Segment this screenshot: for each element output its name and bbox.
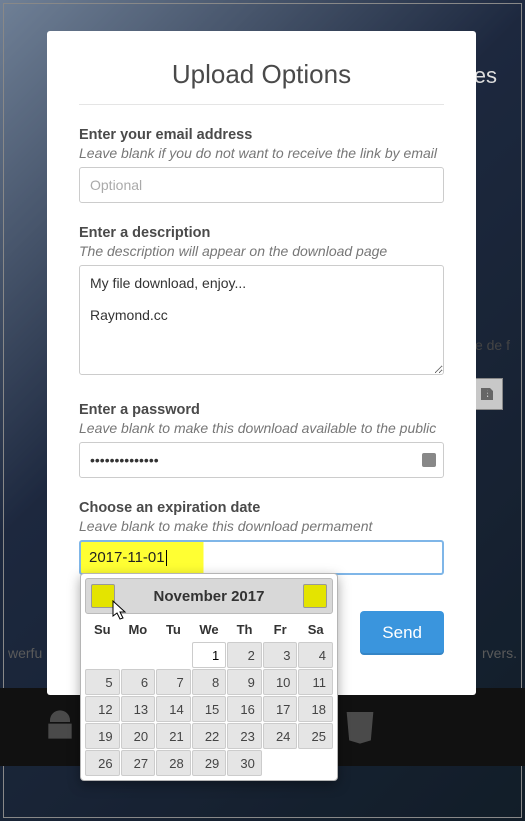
datepicker-day[interactable]: 27 <box>121 750 156 776</box>
bg-text-fragment: rvers. <box>482 645 517 661</box>
datepicker-day[interactable]: 12 <box>85 696 120 722</box>
description-textarea[interactable] <box>79 265 444 375</box>
datepicker-day[interactable]: 9 <box>227 669 262 695</box>
datepicker-dow: Sa <box>298 618 333 641</box>
datepicker-day[interactable]: 8 <box>192 669 227 695</box>
datepicker-day[interactable]: 29 <box>192 750 227 776</box>
datepicker-popup: November 2017 SuMoTuWeThFrSa123456789101… <box>80 573 338 781</box>
datepicker-day[interactable]: 1 <box>192 642 227 668</box>
datepicker-day[interactable]: 15 <box>192 696 227 722</box>
password-hint: Leave blank to make this download availa… <box>79 420 444 436</box>
datepicker-day[interactable]: 17 <box>263 696 298 722</box>
datepicker-day[interactable]: 16 <box>227 696 262 722</box>
datepicker-day[interactable]: 18 <box>298 696 333 722</box>
datepicker-empty-cell <box>85 642 120 668</box>
datepicker-day[interactable]: 2 <box>227 642 262 668</box>
datepicker-day[interactable]: 4 <box>298 642 333 668</box>
datepicker-dow: Mo <box>121 618 156 641</box>
datepicker-prev-button[interactable] <box>91 584 115 608</box>
datepicker-day[interactable]: 11 <box>298 669 333 695</box>
datepicker-empty-cell <box>156 642 191 668</box>
datepicker-empty-cell <box>121 642 156 668</box>
bg-text-fragment: es <box>474 63 497 89</box>
datepicker-day[interactable]: 24 <box>263 723 298 749</box>
datepicker-day[interactable]: 3 <box>263 642 298 668</box>
text-caret <box>166 550 167 566</box>
datepicker-day[interactable]: 6 <box>121 669 156 695</box>
description-label: Enter a description <box>79 225 444 241</box>
datepicker-day[interactable]: 25 <box>298 723 333 749</box>
description-field-group: Enter a description The description will… <box>79 225 444 380</box>
expiration-date-input[interactable]: 2017-11-01 <box>79 540 444 575</box>
datepicker-dow: We <box>192 618 227 641</box>
datepicker-day[interactable]: 26 <box>85 750 120 776</box>
datepicker-day[interactable]: 10 <box>263 669 298 695</box>
datepicker-dow: Tu <box>156 618 191 641</box>
divider <box>79 104 444 105</box>
android-icon <box>40 707 80 747</box>
password-input[interactable] <box>79 442 444 478</box>
datepicker-next-button[interactable] <box>303 584 327 608</box>
css3-icon <box>340 707 380 747</box>
datepicker-day[interactable]: 7 <box>156 669 191 695</box>
email-label: Enter your email address <box>79 127 444 143</box>
description-hint: The description will appear on the downl… <box>79 243 444 259</box>
datepicker-day[interactable]: 30 <box>227 750 262 776</box>
expiration-field-group: Choose an expiration date Leave blank to… <box>79 500 444 575</box>
datepicker-day[interactable]: 23 <box>227 723 262 749</box>
expiration-label: Choose an expiration date <box>79 500 444 516</box>
datepicker-dow: Th <box>227 618 262 641</box>
datepicker-title: November 2017 <box>115 588 303 605</box>
datepicker-header: November 2017 <box>85 578 333 614</box>
datepicker-day[interactable]: 5 <box>85 669 120 695</box>
email-field-group: Enter your email address Leave blank if … <box>79 127 444 203</box>
datepicker-day[interactable]: 28 <box>156 750 191 776</box>
datepicker-day[interactable]: 21 <box>156 723 191 749</box>
email-hint: Leave blank if you do not want to receiv… <box>79 145 444 161</box>
datepicker-day[interactable]: 14 <box>156 696 191 722</box>
datepicker-day[interactable]: 20 <box>121 723 156 749</box>
datepicker-day[interactable]: 13 <box>121 696 156 722</box>
expiration-hint: Leave blank to make this download permam… <box>79 518 444 534</box>
password-label: Enter a password <box>79 402 444 418</box>
send-button[interactable]: Send <box>360 611 444 655</box>
datepicker-dow: Su <box>85 618 120 641</box>
datepicker-day[interactable]: 22 <box>192 723 227 749</box>
modal-title: Upload Options <box>79 59 444 90</box>
email-input[interactable] <box>79 167 444 203</box>
password-reveal-icon[interactable] <box>422 453 436 467</box>
datepicker-day[interactable]: 19 <box>85 723 120 749</box>
password-field-group: Enter a password Leave blank to make thi… <box>79 402 444 478</box>
datepicker-dow: Fr <box>263 618 298 641</box>
bg-text-fragment: werfu <box>8 645 42 661</box>
datepicker-grid: SuMoTuWeThFrSa12345678910111213141516171… <box>85 618 333 776</box>
